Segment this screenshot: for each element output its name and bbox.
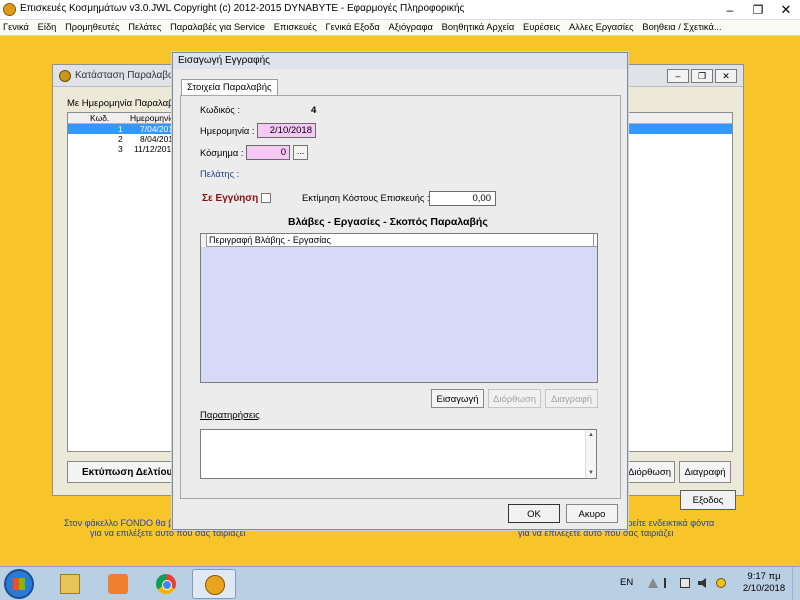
close-button[interactable]: ✕ — [715, 69, 737, 83]
show-hidden-icons-icon[interactable] — [648, 578, 658, 588]
column-header-code[interactable]: Κωδ. — [90, 113, 109, 123]
minimize-button[interactable]: – — [667, 69, 689, 83]
grid-header: Περιγραφή Βλάβης - Εργασίας — [201, 234, 597, 247]
exit-button[interactable]: Εξοδος — [680, 490, 736, 510]
menu-item-service-receipts[interactable]: Παραλαβές για Service — [167, 20, 268, 32]
menu-bar: Γενικά Είδη Προμηθευτές Πελάτες Παραλαβέ… — [0, 20, 800, 36]
menu-item-repairs[interactable]: Επισκευές — [271, 20, 320, 32]
taskbar-app-chrome[interactable] — [144, 569, 188, 599]
scroll-up-icon[interactable]: ▲ — [588, 432, 594, 438]
clock[interactable]: 9:17 πμ 2/10/2018 — [740, 571, 788, 595]
notes-label: Παρατηρήσεις — [200, 410, 260, 421]
notes-scrollbar[interactable]: ▲ ▼ — [585, 430, 596, 478]
clock-date: 2/10/2018 — [742, 583, 786, 594]
taskbar-app-explorer[interactable] — [48, 569, 92, 599]
taskbar: EN 9:17 πμ 2/10/2018 — [0, 566, 800, 600]
warranty-label: Σε Εγγύηση — [202, 193, 259, 204]
repair-estimate-field[interactable]: 0,00 — [429, 191, 496, 206]
dialog-title: Εισαγωγή Εγγραφής — [173, 53, 627, 69]
taskbar-app-repairs[interactable] — [192, 569, 236, 599]
cancel-button[interactable]: Ακυρο — [566, 504, 618, 523]
row-code: 1 — [118, 124, 123, 134]
maximize-button[interactable]: ❐ — [744, 0, 772, 20]
delete-button[interactable]: Διαγραφή — [679, 461, 731, 483]
menu-item-customers[interactable]: Πελάτες — [125, 20, 164, 32]
flag-icon[interactable] — [664, 578, 674, 588]
code-label: Κωδικός : — [200, 105, 240, 115]
jewel-lookup-button[interactable]: ... — [293, 145, 308, 160]
show-desktop-button[interactable] — [792, 567, 800, 600]
menu-item-general-expenses[interactable]: Γενικά Εξοδα — [322, 20, 382, 32]
app-icon — [3, 3, 16, 16]
grid-column-description[interactable]: Περιγραφή Βλάβης - Εργασίας — [209, 235, 331, 245]
date-filter-label: Με Ημερομηνία Παραλαβής — [67, 98, 184, 109]
menu-item-other-tasks[interactable]: Αλλες Εργασίες — [566, 20, 637, 32]
folder-icon — [60, 574, 80, 594]
row-code: 3 — [118, 144, 123, 154]
warranty-checkbox[interactable] — [261, 193, 271, 203]
minimize-button[interactable]: – — [716, 0, 744, 20]
close-button[interactable]: ✕ — [772, 0, 800, 20]
menu-item-searches[interactable]: Ευρέσεις — [520, 20, 563, 32]
taskbar-app-media[interactable] — [96, 569, 140, 599]
scroll-down-icon[interactable]: ▼ — [588, 470, 594, 476]
repair-app-icon — [205, 575, 225, 595]
code-value: 4 — [311, 105, 317, 116]
jewel-field[interactable]: 0 — [246, 145, 290, 160]
print-receipt-button[interactable]: Εκτύπωση Δελτίου Παραλαβής — [67, 461, 187, 483]
media-player-icon — [108, 574, 128, 594]
ok-button[interactable]: OK — [508, 504, 560, 523]
row-date: 11/12/2018 — [134, 144, 176, 154]
insert-button[interactable]: Εισαγωγή — [431, 389, 484, 408]
notes-textarea[interactable]: ▲ ▼ — [200, 429, 597, 479]
network-icon[interactable] — [680, 578, 690, 588]
edit-button[interactable]: Διόρθωση — [625, 461, 675, 483]
language-indicator[interactable]: EN — [620, 577, 633, 588]
menu-item-help[interactable]: Βοηθεια / Σχετικά... — [639, 20, 724, 32]
repair-estimate-label: Εκτίμηση Κόστους Επισκευής : — [302, 193, 430, 203]
menu-item-suppliers[interactable]: Προμηθευτές — [62, 20, 122, 32]
column-divider — [593, 234, 594, 247]
start-button[interactable] — [4, 569, 34, 599]
app-title: Επισκευές Κοσμημάτων v3.0.JWL Copyright … — [20, 3, 465, 14]
section-title: Βλάβες - Εργασίες - Σκοπός Παραλαβής — [288, 216, 488, 228]
clock-time: 9:17 πμ — [747, 571, 781, 582]
jewel-label: Κόσμημα : — [200, 148, 244, 158]
column-header-date[interactable]: Ημερομηνία — [130, 113, 175, 123]
menu-item-items[interactable]: Είδη — [35, 20, 60, 32]
menu-item-auxiliary-files[interactable]: Βοηθητικά Αρχεία — [439, 20, 518, 32]
row-code: 2 — [118, 134, 123, 144]
chrome-icon — [156, 574, 176, 594]
volume-icon[interactable] — [698, 578, 706, 588]
tab-receipt-details[interactable]: Στοιχεία Παραλαβής — [181, 79, 278, 95]
customer-label[interactable]: Πελάτης : — [200, 169, 239, 179]
app-title-bar: Επισκευές Κοσμημάτων v3.0.JWL Copyright … — [0, 0, 800, 20]
notification-icon[interactable] — [716, 578, 726, 588]
window-icon — [59, 70, 71, 82]
delete-button[interactable]: Διαγραφή — [545, 389, 598, 408]
menu-item-securities[interactable]: Αξιόγραφα — [386, 20, 436, 32]
menu-item-general[interactable]: Γενικά — [0, 20, 32, 32]
date-label: Ημερομηνία : — [200, 126, 255, 136]
maximize-button[interactable]: ❐ — [691, 69, 713, 83]
faults-grid[interactable]: Περιγραφή Βλάβης - Εργασίας — [200, 233, 598, 383]
date-field[interactable]: 2/10/2018 — [257, 123, 316, 138]
row-indicator — [201, 234, 207, 247]
receipts-window-title: Κατάσταση Παραλαβών — [75, 70, 181, 81]
windows-logo-icon — [13, 578, 25, 590]
edit-button[interactable]: Διόρθωση — [488, 389, 541, 408]
